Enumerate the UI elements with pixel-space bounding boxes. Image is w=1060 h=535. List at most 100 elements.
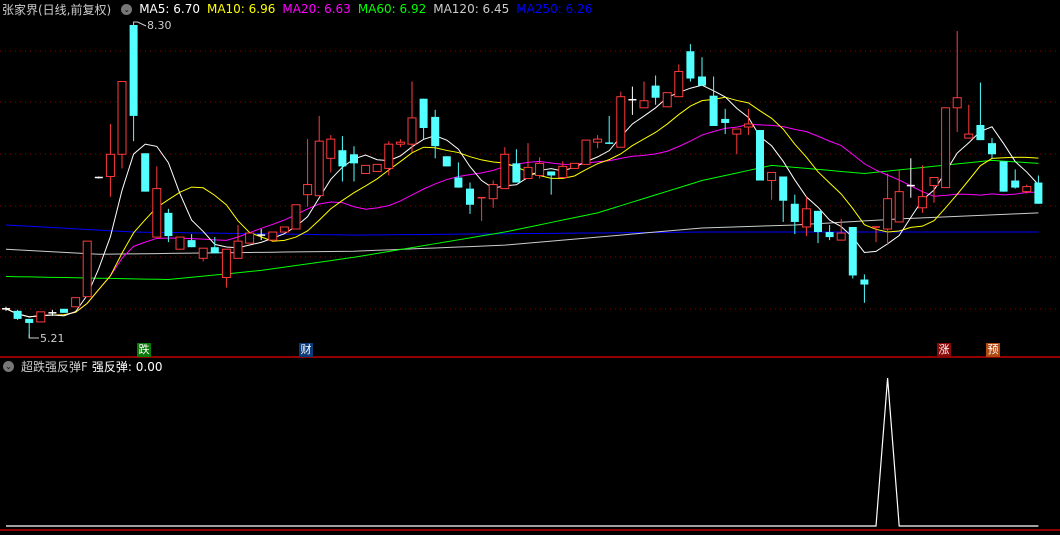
- candle-body: [350, 154, 358, 164]
- candle-body: [419, 98, 428, 129]
- candle: [674, 64, 684, 98]
- candle: [825, 224, 834, 241]
- indicator-value: 强反弹: 0.00: [91, 359, 163, 374]
- candle: [988, 138, 996, 159]
- candle: [372, 163, 382, 172]
- candle: [964, 104, 974, 139]
- candle: [547, 171, 556, 195]
- candle: [94, 176, 103, 179]
- ma20-label: MA20: 6.63: [282, 2, 351, 16]
- candle: [82, 240, 92, 298]
- candle: [801, 196, 811, 237]
- candle: [848, 226, 857, 279]
- candle-body: [407, 117, 417, 145]
- candle-body: [523, 166, 533, 180]
- candle: [906, 158, 915, 198]
- candle-body: [303, 184, 313, 196]
- candle-body: [314, 140, 324, 197]
- candle-body: [454, 177, 463, 188]
- candle: [338, 136, 347, 182]
- candle-body: [860, 279, 869, 285]
- candle-body: [662, 92, 672, 108]
- candle-body: [686, 51, 695, 79]
- candle: [129, 24, 138, 142]
- candle: [512, 149, 521, 183]
- candle-body: [164, 212, 173, 237]
- candle: [13, 309, 22, 320]
- candle: [767, 171, 777, 200]
- ma5-label: MA5: 6.70: [139, 2, 200, 16]
- candle-body: [558, 165, 568, 178]
- candle: [616, 91, 626, 148]
- candle-body: [593, 138, 603, 143]
- candle-body: [569, 162, 579, 169]
- candle-body: [500, 153, 510, 190]
- low-price-mark: 5.21: [40, 332, 65, 345]
- candle-body: [743, 123, 753, 128]
- candle-body: [210, 247, 219, 254]
- candle-body: [1011, 180, 1020, 188]
- candle-body: [825, 232, 834, 238]
- candle: [883, 173, 893, 246]
- candle: [395, 139, 405, 148]
- candle: [976, 82, 985, 141]
- candle-body: [1034, 182, 1043, 204]
- candle: [477, 196, 486, 221]
- stock-chart[interactable]: [0, 0, 1060, 535]
- candle: [466, 182, 474, 214]
- candle-body: [547, 171, 556, 176]
- candle: [198, 247, 208, 262]
- candle-body: [279, 226, 289, 233]
- candle-body: [674, 70, 684, 98]
- candle: [593, 135, 603, 149]
- candle-body: [141, 153, 150, 192]
- candle-body: [13, 310, 22, 319]
- indicator-header: ⌄ 超跌强反弹F 强反弹: 0.00: [0, 358, 169, 374]
- candle-body: [268, 231, 278, 241]
- candle-body: [221, 248, 231, 278]
- candle: [314, 115, 324, 197]
- candle-body: [836, 232, 846, 241]
- candle: [860, 274, 869, 303]
- candle-body: [698, 76, 706, 86]
- candle-body: [338, 150, 347, 167]
- candle: [152, 166, 162, 238]
- candle-body: [721, 118, 730, 123]
- candle-body: [801, 208, 811, 228]
- candle: [651, 75, 660, 105]
- candle: [917, 165, 927, 213]
- candle-body: [616, 96, 626, 148]
- chevron-down-icon[interactable]: ⌄: [3, 360, 14, 372]
- candle-body: [175, 236, 185, 250]
- candle: [71, 297, 81, 308]
- candle-body: [82, 240, 92, 298]
- candle-body: [988, 143, 996, 155]
- ma120-label: MA120: 6.45: [433, 2, 510, 16]
- candle: [279, 226, 289, 233]
- candle: [790, 194, 799, 235]
- signal-die: 跌: [137, 343, 151, 357]
- candle: [36, 311, 46, 323]
- candle: [929, 177, 939, 203]
- candle-body: [790, 203, 799, 222]
- candle: [117, 81, 127, 169]
- candle-body: [512, 163, 521, 183]
- candle-body: [488, 184, 498, 200]
- candle: [187, 234, 196, 248]
- signal-zhang: 涨: [937, 343, 951, 357]
- candle-body: [361, 164, 371, 174]
- candle-body: [233, 240, 243, 259]
- chevron-down-icon[interactable]: ⌄: [121, 3, 133, 15]
- signal-cai: 财: [299, 343, 313, 357]
- candle: [500, 147, 510, 190]
- candle: [569, 162, 579, 169]
- candle-body: [442, 156, 451, 167]
- candle: [535, 157, 545, 179]
- candle-body: [431, 116, 440, 147]
- candle-body: [964, 133, 974, 139]
- candle: [384, 141, 394, 176]
- candle-body: [372, 163, 382, 172]
- candle: [639, 81, 649, 109]
- candle-body: [326, 138, 336, 159]
- candle-body: [466, 188, 474, 205]
